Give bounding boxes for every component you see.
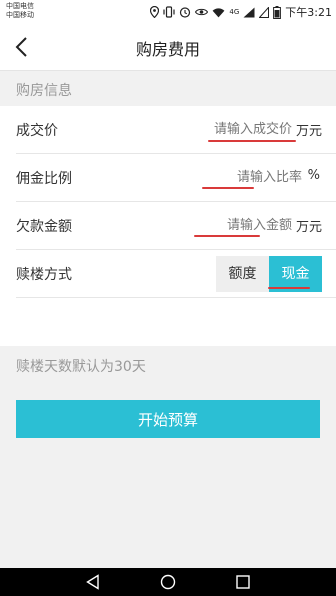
option-quota[interactable]: 额度	[216, 256, 269, 292]
signal-icon	[243, 7, 255, 17]
annotation-underline	[194, 235, 260, 237]
debt-unit: 万元	[295, 220, 322, 235]
carrier-2: 中国移动	[6, 11, 34, 19]
location-icon	[150, 6, 160, 18]
redeem-label: 赎楼方式	[16, 267, 72, 283]
price-input[interactable]	[150, 117, 292, 141]
eye-comfort-icon	[195, 8, 209, 16]
signal-2-icon	[259, 6, 270, 18]
price-label: 成交价	[16, 123, 58, 139]
carrier-info: 中国电信 中国移动	[6, 2, 34, 20]
carrier-1: 中国电信	[6, 2, 34, 10]
page-title: 购房费用	[135, 40, 200, 59]
price-unit: 万元	[295, 124, 322, 139]
annotation-underline	[268, 287, 310, 289]
alarm-icon	[180, 7, 191, 18]
commission-input[interactable]	[160, 165, 302, 189]
row-price: 成交价 万元	[0, 106, 336, 154]
section-title: 购房信息	[16, 83, 72, 99]
annotation-underline	[208, 140, 296, 142]
start-button[interactable]: 开始预算	[16, 400, 320, 438]
status-time: 下午3:21	[285, 6, 332, 19]
row-debt: 欠款金额 万元	[0, 202, 336, 250]
recents-square-icon[interactable]	[234, 573, 252, 591]
nav-bar: 购房费用	[0, 24, 336, 70]
status-bar: 中国电信 中国移动 4G 下午3:21	[0, 0, 336, 24]
network-type: 4G	[229, 8, 240, 16]
debt-input[interactable]	[150, 213, 292, 237]
debt-label: 欠款金额	[16, 219, 72, 235]
status-icons: 4G 下午3:21	[150, 4, 332, 20]
back-triangle-icon[interactable]	[84, 573, 102, 591]
annotation-underline	[202, 187, 254, 189]
commission-unit: %	[307, 168, 320, 183]
battery-icon	[273, 5, 282, 19]
note-text: 赎楼天数默认为30天	[16, 359, 146, 375]
vibrate-icon	[163, 6, 176, 18]
footer-area: 赎楼天数默认为30天 开始预算	[0, 346, 336, 568]
wifi-icon	[213, 7, 225, 17]
home-circle-icon[interactable]	[159, 573, 177, 591]
android-nav-bar	[0, 568, 336, 596]
form-spacer	[0, 298, 336, 346]
commission-label: 佣金比例	[16, 171, 72, 187]
row-commission: 佣金比例 %	[0, 154, 336, 202]
section-header: 购房信息	[0, 70, 336, 106]
row-redeem: 赎楼方式 额度 现金	[0, 250, 336, 298]
